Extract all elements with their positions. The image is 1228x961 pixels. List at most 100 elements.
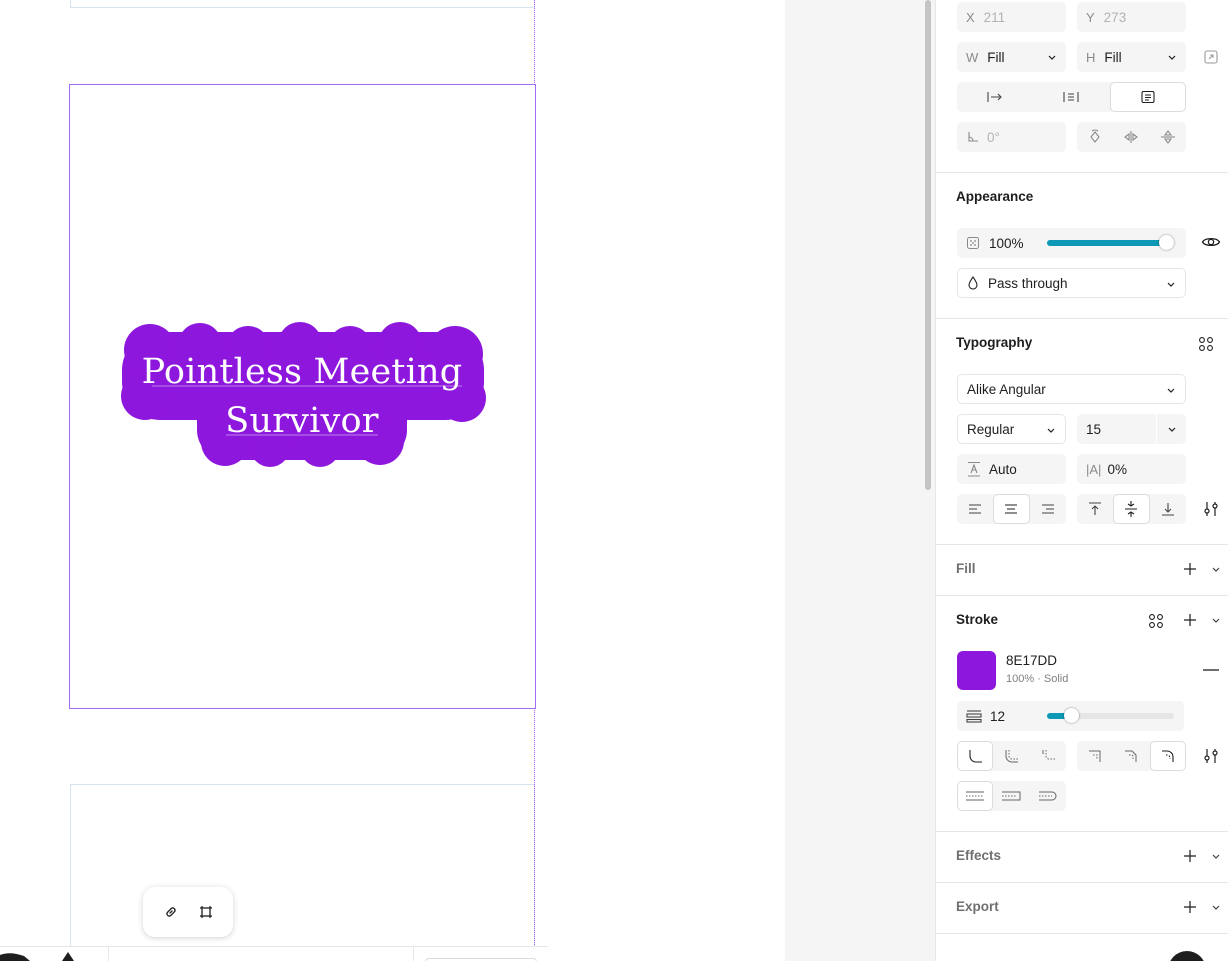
chevron-down-icon [1212, 618, 1220, 623]
add-effect-button[interactable] [1182, 848, 1198, 864]
align-right-option[interactable] [1031, 495, 1065, 523]
sticker-text[interactable]: Pointless Meeting Survivor [120, 348, 484, 446]
align-top-option[interactable] [1078, 495, 1112, 523]
chevron-down-icon[interactable] [1167, 422, 1177, 436]
stroke-settings-button[interactable] [1201, 747, 1221, 765]
text-styles-button[interactable] [1197, 335, 1215, 353]
fill-collapse-toggle[interactable] [1210, 563, 1222, 575]
x-value: 211 [983, 9, 1006, 25]
opacity-slider-fill [1047, 240, 1174, 246]
rotate-90-button[interactable] [1078, 123, 1112, 151]
minus-icon [1203, 669, 1219, 671]
constrain-proportions-button[interactable] [1202, 48, 1220, 66]
hug-width-option[interactable] [1034, 83, 1108, 111]
cap-none-option[interactable] [958, 782, 993, 810]
opacity-slider-handle[interactable] [1159, 235, 1174, 250]
export-title[interactable]: Export [956, 899, 999, 914]
stroke-inside-option[interactable] [958, 742, 993, 770]
cap-square-option[interactable] [994, 782, 1028, 810]
effects-collapse-toggle[interactable] [1210, 850, 1222, 862]
h-value: Fill [1104, 49, 1122, 65]
line-height-field[interactable]: Auto [957, 454, 1066, 484]
fill-width-option[interactable] [1110, 83, 1185, 111]
font-family-select[interactable]: Alike Angular [957, 374, 1186, 404]
tool-icon-partial[interactable] [0, 950, 80, 961]
type-settings-button[interactable] [1201, 500, 1221, 518]
fixed-width-option[interactable] [958, 83, 1032, 111]
link-button[interactable] [157, 898, 185, 926]
text-align-vertical [1077, 494, 1186, 524]
align-middle-icon [1125, 501, 1138, 517]
align-bottom-option[interactable] [1151, 495, 1185, 523]
plus-icon [1184, 614, 1196, 626]
cap-round-option[interactable] [1031, 782, 1065, 810]
add-fill-button[interactable] [1182, 561, 1198, 577]
text-box-icon [1141, 90, 1155, 104]
align-center-option[interactable] [994, 495, 1029, 523]
letter-spacing-icon: |A| [1086, 461, 1102, 477]
stroke-collapse-toggle[interactable] [1210, 614, 1222, 626]
flip-horizontal-icon [1124, 131, 1139, 143]
effects-title[interactable]: Effects [956, 848, 1001, 863]
align-center-icon [1005, 504, 1018, 514]
fill-title[interactable]: Fill [956, 561, 976, 576]
stroke-center-option[interactable] [994, 742, 1028, 770]
font-style-value: Regular [967, 421, 1015, 437]
align-middle-option[interactable] [1114, 495, 1149, 523]
stroke-styles-button[interactable] [1147, 612, 1165, 630]
width-field[interactable]: W Fill [957, 42, 1066, 72]
stroke-title: Stroke [956, 612, 999, 627]
letter-spacing-value: 0% [1107, 461, 1127, 477]
angle-icon [968, 132, 978, 142]
blend-mode-select[interactable]: Pass through [957, 268, 1186, 298]
font-size-field[interactable]: 15 [1077, 414, 1186, 444]
stroke-center-icon [1005, 750, 1019, 763]
remove-stroke-button[interactable] [1202, 662, 1220, 678]
stroke-weight-slider-handle[interactable] [1064, 708, 1079, 723]
opacity-value: 100% [989, 235, 1024, 251]
join-bevel-option[interactable] [1114, 742, 1148, 770]
join-round-option[interactable] [1150, 742, 1185, 770]
design-canvas[interactable]: Pointless Meeting Survivor [0, 0, 785, 961]
sliders-icon [1204, 749, 1218, 763]
stroke-weight-slider[interactable] [1047, 708, 1174, 723]
stroke-hex-value[interactable]: 8E17DD [1006, 653, 1057, 668]
frame-button[interactable] [192, 898, 220, 926]
font-size-value: 15 [1086, 421, 1102, 437]
floating-toolbar [143, 887, 233, 937]
stroke-join-segmented [1077, 741, 1186, 771]
styles-grid-icon [1199, 337, 1213, 351]
chevron-down-icon [1048, 55, 1056, 60]
vertical-scrollbar[interactable] [925, 0, 931, 490]
frame-below[interactable] [70, 784, 535, 961]
opacity-slider[interactable] [1047, 235, 1174, 250]
stroke-outside-option[interactable] [1031, 742, 1065, 770]
flip-vertical-button[interactable] [1151, 123, 1185, 151]
y-field[interactable]: Y 273 [1077, 2, 1186, 32]
letter-spacing-field[interactable]: |A| 0% [1077, 454, 1186, 484]
plus-icon [1184, 850, 1196, 862]
rotation-field[interactable]: 0° [957, 122, 1066, 152]
visibility-toggle[interactable] [1201, 233, 1221, 251]
flip-horizontal-button[interactable] [1114, 123, 1148, 151]
font-style-select[interactable]: Regular [957, 414, 1066, 444]
plus-icon [1184, 563, 1196, 575]
cap-none-icon [966, 791, 985, 801]
stroke-weight-value: 12 [990, 708, 1006, 724]
frame-icon [199, 906, 212, 918]
x-field[interactable]: X 211 [957, 2, 1066, 32]
align-left-option[interactable] [958, 495, 992, 523]
properties-panel: X 211 Y 273 W Fill H Fill 0° Appearance … [935, 0, 1228, 961]
add-stroke-button[interactable] [1182, 612, 1198, 628]
flip-vertical-icon [1160, 130, 1175, 144]
help-button-partial[interactable] [1168, 951, 1206, 961]
bottom-toolbar [0, 946, 548, 961]
align-bottom-icon [1161, 503, 1174, 516]
export-collapse-toggle[interactable] [1210, 901, 1222, 913]
rotate-icon [1090, 129, 1100, 143]
add-export-button[interactable] [1182, 899, 1198, 915]
height-field[interactable]: H Fill [1077, 42, 1186, 72]
join-miter-option[interactable] [1078, 742, 1112, 770]
stroke-color-swatch[interactable] [957, 651, 996, 690]
font-family-value: Alike Angular [967, 381, 1046, 397]
